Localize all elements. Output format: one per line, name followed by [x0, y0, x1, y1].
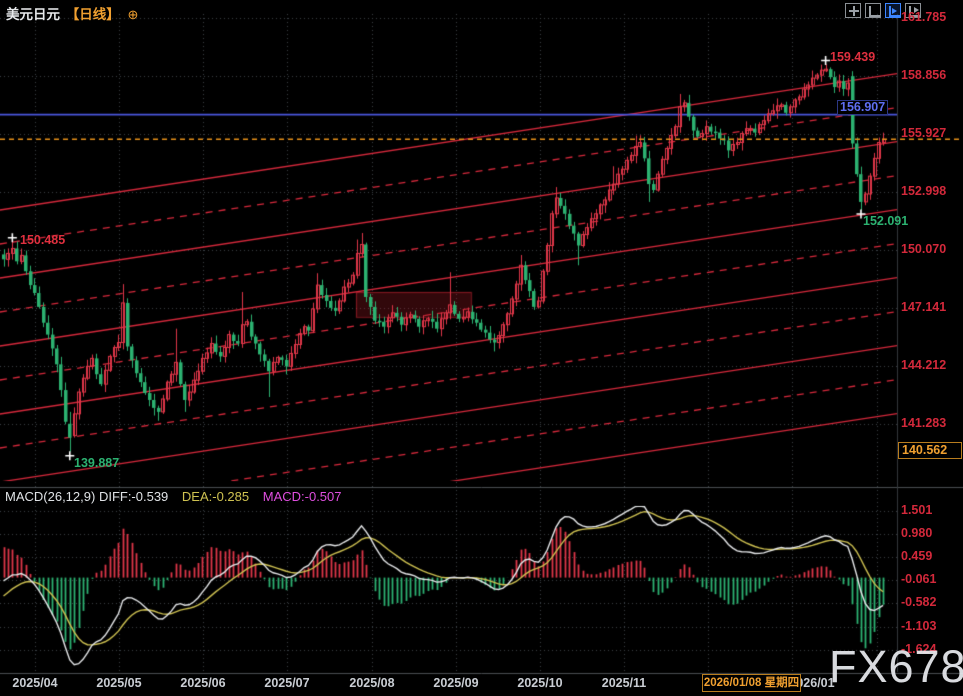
crosshair-date-box: 2026/01/08 星期四 — [702, 674, 801, 692]
symbol-title: 美元日元 — [6, 7, 60, 22]
arrow-glyph — [892, 8, 897, 14]
price-axis-label: 152.998 — [901, 184, 961, 198]
period-label: 【日线】 — [66, 7, 120, 22]
date-axis-label: 2025/11 — [589, 676, 659, 690]
macd-axis-label: -0.061 — [901, 572, 961, 586]
price-axis-label: 155.927 — [901, 126, 961, 140]
low-marker-label: 152.091 — [863, 214, 908, 228]
add-indicator-icon[interactable]: ⊕ — [128, 7, 139, 22]
macd-axis-label: 1.501 — [901, 503, 961, 517]
date-axis-label: 2025/04 — [0, 676, 70, 690]
move-chart-icon[interactable] — [845, 3, 861, 18]
chart-window: 美元日元 【日线】 ⊕ 161.785 158.856 155.927 152.998… — [0, 0, 963, 696]
date-axis-label: 2025/08 — [337, 676, 407, 690]
date-axis-label: 2025/06 — [168, 676, 238, 690]
macd-axis-label: 0.980 — [901, 526, 961, 540]
macd-value: MACD:-0.507 — [263, 489, 342, 504]
macd-axis-label: 0.459 — [901, 549, 961, 563]
high-marker-label: 150.485 — [20, 233, 65, 247]
auto-scale-icon[interactable] — [865, 3, 881, 18]
price-axis-label: 147.141 — [901, 300, 961, 314]
watermark: FX678 — [829, 641, 963, 693]
date-axis-label: 2025/10 — [505, 676, 575, 690]
plus-glyph — [849, 10, 859, 12]
date-axis-label: 2025/07 — [252, 676, 322, 690]
chart-canvas[interactable] — [0, 0, 963, 696]
date-axis-label: 2025/09 — [421, 676, 491, 690]
price-axis-label: 141.283 — [901, 416, 961, 430]
price-axis-label: 150.070 — [901, 242, 961, 256]
date-axis-label: 2025/05 — [84, 676, 154, 690]
chart-title-bar: 美元日元 【日线】 ⊕ — [6, 3, 138, 23]
indicator-name: MACD(26,12,9) — [5, 489, 95, 504]
price-axis-label: 161.785 — [901, 10, 961, 24]
horizontal-level-label: 156.907 — [837, 100, 888, 115]
dea-value: DEA:-0.285 — [182, 489, 249, 504]
axes-glyph — [869, 6, 880, 17]
track-latest-icon[interactable] — [885, 3, 901, 18]
macd-axis-label: -0.582 — [901, 595, 961, 609]
price-axis-label: 158.856 — [901, 68, 961, 82]
macd-axis-label: -1.103 — [901, 619, 961, 633]
indicator-status-row: MACD(26,12,9) DIFF:-0.539 DEA:-0.285 MAC… — [5, 489, 342, 504]
high-marker-label: 159.439 — [830, 50, 875, 64]
crosshair-price-box: 140.562 — [898, 442, 962, 459]
diff-value: DIFF:-0.539 — [99, 489, 168, 504]
price-axis-label: 144.212 — [901, 358, 961, 372]
low-marker-label: 139.887 — [74, 456, 119, 470]
